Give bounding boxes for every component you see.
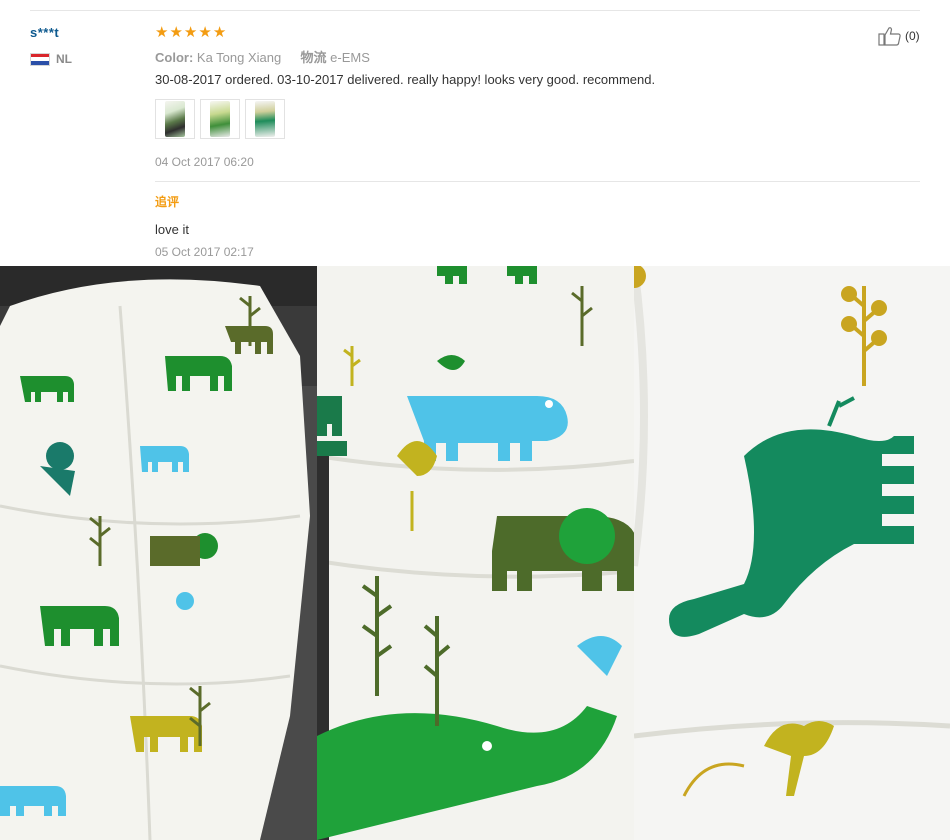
order-info: Color: Ka Tong Xiang 物流 e-EMS — [155, 47, 370, 66]
shipping-label: 物流 — [300, 51, 327, 66]
helpful-button[interactable]: (0) — [878, 26, 920, 46]
review-thumbnails — [155, 99, 285, 139]
star-icon: ★ — [212, 23, 227, 41]
star-icon: ★ — [155, 23, 169, 41]
star-rating: ★ ★ ★ ★ ★ — [155, 24, 226, 40]
review-photo-blanket-closeup[interactable] — [317, 266, 634, 840]
star-icon: ★ — [183, 23, 198, 41]
followup-divider — [155, 181, 920, 182]
review-date: 04 Oct 2017 06:20 — [155, 155, 254, 169]
followup-label: 追评 — [155, 195, 180, 209]
star-icon: ★ — [169, 23, 183, 41]
color-label: Color: — [155, 50, 194, 65]
review-photo-giraffe-detail[interactable] — [634, 266, 950, 840]
star-icon: ★ — [198, 23, 212, 41]
review-photos — [0, 266, 950, 840]
review-photo-blanket-wide[interactable] — [0, 266, 317, 840]
top-divider — [30, 10, 920, 11]
review-thumbnail[interactable] — [155, 99, 195, 139]
review-thumbnail[interactable] — [245, 99, 285, 139]
shipping-value: e-EMS — [330, 50, 370, 65]
followup-text: love it — [155, 222, 189, 237]
review-thumbnail[interactable] — [200, 99, 240, 139]
country-code: NL — [56, 52, 72, 66]
color-value: Ka Tong Xiang — [196, 50, 282, 65]
helpful-count: (0) — [905, 29, 920, 43]
reviewer-name[interactable]: s***t — [30, 25, 59, 40]
netherlands-flag-icon — [30, 52, 50, 66]
reviewer-country: NL — [30, 52, 72, 66]
followup-date: 05 Oct 2017 02:17 — [155, 245, 254, 259]
review-text: 30-08-2017 ordered. 03-10-2017 delivered… — [155, 72, 656, 87]
thumbs-up-icon — [878, 27, 901, 46]
